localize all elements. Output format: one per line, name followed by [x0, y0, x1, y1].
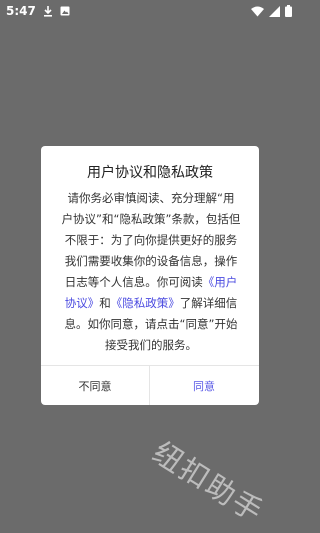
body-text: 日志等个人信息。你可阅读	[64, 275, 203, 289]
body-line: 接受我们的服务。	[105, 338, 197, 352]
image-icon	[60, 6, 70, 16]
user-agreement-link-cont[interactable]: 协议》	[65, 296, 100, 310]
wifi-icon	[251, 6, 264, 17]
and-text: 和	[99, 296, 111, 310]
battery-icon	[285, 5, 292, 17]
signal-icon	[269, 5, 280, 17]
dialog-body: 请你务必审慎阅读、充分理解“用 户协议”和“隐私政策”条款，包括但 不限于：为了…	[54, 188, 248, 356]
body-line: 不限于：为了向你提供更好的服务	[64, 233, 238, 247]
body-line: 息。如你同意，请点击“同意”开始	[64, 317, 238, 331]
privacy-dialog: 用户协议和隐私政策 请你务必审慎阅读、充分理解“用 户协议”和“隐私政策”条款，…	[41, 146, 259, 405]
download-icon	[43, 5, 53, 17]
status-time: 5:47	[6, 4, 36, 18]
body-line: 日志等个人信息。你可阅读《用户	[54, 272, 248, 293]
body-line: 户协议”和“隐私政策”条款，包括但	[61, 212, 241, 226]
privacy-policy-link[interactable]: 《隐私政策》	[111, 296, 180, 310]
user-agreement-link[interactable]: 《用户	[203, 275, 238, 289]
status-bar: 5:47	[0, 0, 300, 22]
body-line: 协议》和《隐私政策》了解详细信	[54, 293, 248, 314]
dialog-title: 用户协议和隐私政策	[87, 165, 213, 181]
body-line: 请你务必审慎阅读、充分理解“用	[67, 191, 235, 205]
watermark: 纽扣助手	[146, 435, 270, 530]
agree-button[interactable]: 同意	[150, 366, 258, 405]
body-line: 我们需要收集你的设备信息，操作	[64, 254, 238, 268]
disagree-button[interactable]: 不同意	[41, 366, 149, 405]
status-right	[251, 5, 292, 17]
after-link-text: 了解详细信	[179, 296, 238, 310]
status-left: 5:47	[6, 4, 70, 18]
